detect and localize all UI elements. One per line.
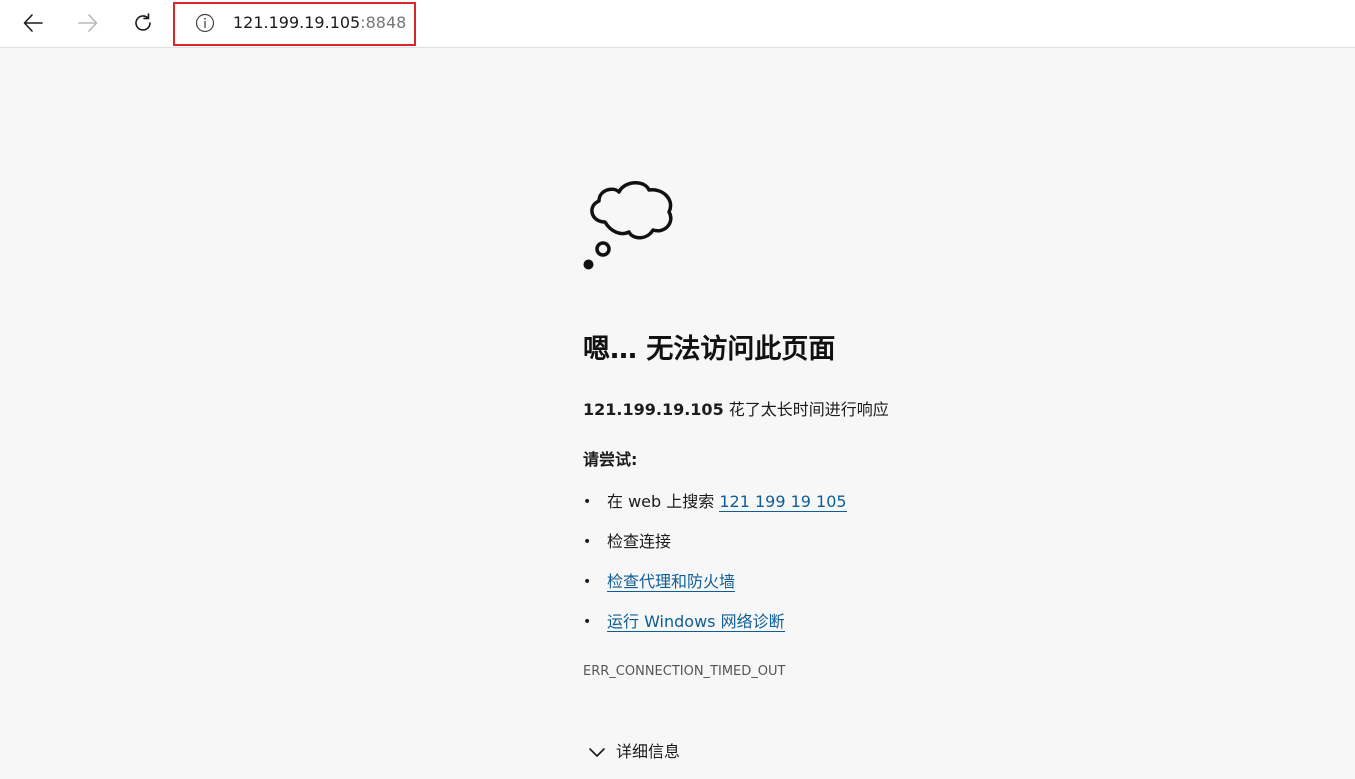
error-description: 121.199.19.105 花了太长时间进行响应: [583, 398, 889, 422]
info-icon[interactable]: [195, 13, 215, 33]
network-diagnostics-link[interactable]: 运行 Windows 网络诊断: [607, 612, 785, 632]
list-item: • 检查代理和防火墙: [583, 570, 847, 610]
list-item: • 检查连接: [583, 530, 847, 570]
thought-cloud-icon: [583, 181, 673, 270]
chevron-down-icon: [589, 748, 605, 757]
url-port: :8848: [360, 13, 407, 32]
search-prefix: 在 web 上搜索: [607, 492, 720, 511]
list-item: • 运行 Windows 网络诊断: [583, 610, 847, 650]
error-reason: 花了太长时间进行响应: [723, 400, 889, 419]
error-code: ERR_CONNECTION_TIMED_OUT: [583, 664, 786, 679]
bullet: •: [583, 494, 592, 510]
error-title: 嗯… 无法访问此页面: [583, 334, 836, 365]
forward-arrow-icon: [78, 14, 98, 32]
details-label: 详细信息: [616, 742, 681, 761]
check-connection-text: 检查连接: [607, 532, 672, 551]
bullet: •: [583, 574, 592, 590]
details-toggle[interactable]: 详细信息: [588, 740, 680, 764]
forward-button[interactable]: [71, 6, 105, 40]
back-button[interactable]: [16, 6, 50, 40]
reload-button[interactable]: [126, 6, 160, 40]
list-item: • 在 web 上搜索 121 199 19 105: [583, 490, 847, 530]
url-host: 121.199.19.105: [233, 13, 361, 32]
search-web-link[interactable]: 121 199 19 105: [719, 492, 847, 512]
address-bar-url[interactable]: 121.199.19.105:8848: [233, 12, 406, 34]
bullet: •: [583, 534, 592, 550]
bullet: •: [583, 614, 592, 630]
error-host: 121.199.19.105: [583, 400, 724, 419]
reload-icon: [135, 13, 151, 31]
suggestion-list: • 在 web 上搜索 121 199 19 105 • 检查连接 • 检查代理…: [583, 490, 847, 650]
back-arrow-icon: [23, 14, 43, 32]
check-proxy-firewall-link[interactable]: 检查代理和防火墙: [607, 572, 736, 592]
try-heading: 请尝试:: [583, 450, 638, 469]
